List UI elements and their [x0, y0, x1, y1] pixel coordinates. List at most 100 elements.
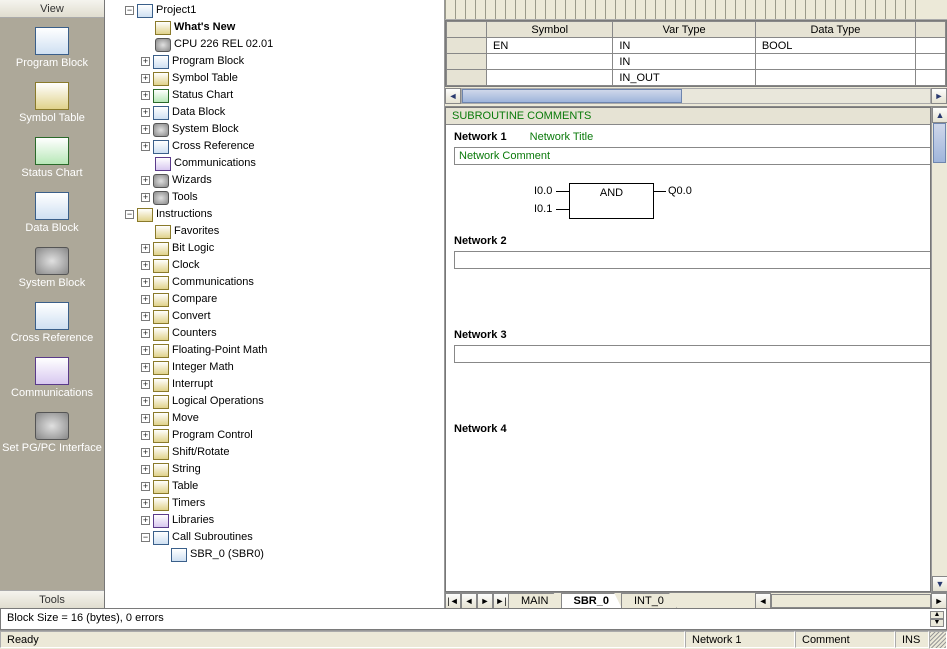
- scroll-track[interactable]: [461, 88, 931, 104]
- tree-cat[interactable]: +Logical Operations: [141, 393, 444, 410]
- toolbox-set-pgpc[interactable]: Set PG/PC Interface: [0, 403, 104, 458]
- variable-table[interactable]: Symbol Var Type Data Type EN IN BOOL: [445, 20, 947, 87]
- tab-int0[interactable]: INT_0: [621, 593, 677, 609]
- scroll-right-button[interactable]: ►: [931, 88, 947, 104]
- toolbox-cross-reference[interactable]: Cross Reference: [0, 293, 104, 348]
- tab-hscroll-right[interactable]: ►: [931, 593, 947, 609]
- vartab-row[interactable]: IN: [447, 54, 946, 70]
- tree-cat[interactable]: +Bit Logic: [141, 240, 444, 257]
- vartab-cell[interactable]: [755, 70, 915, 86]
- tab-sbr0[interactable]: SBR_0: [561, 593, 622, 609]
- tree-cat[interactable]: +Compare: [141, 291, 444, 308]
- tree-cat[interactable]: +Program Control: [141, 427, 444, 444]
- tab-nav-last[interactable]: ►|: [493, 593, 509, 609]
- tree-cat[interactable]: +Move: [141, 410, 444, 427]
- network-comment-field[interactable]: [454, 251, 930, 269]
- vartab-row[interactable]: EN IN BOOL: [447, 38, 946, 54]
- network-comment-field[interactable]: Network Comment: [454, 147, 930, 165]
- toolbox-view-header[interactable]: View: [0, 0, 104, 18]
- tree-cat[interactable]: +Counters: [141, 325, 444, 342]
- vartab-hscroll[interactable]: ◄ ►: [445, 88, 947, 104]
- vartab-cell[interactable]: [487, 70, 613, 86]
- vartab-cell[interactable]: [755, 54, 915, 70]
- tree-system-block[interactable]: + System Block: [141, 121, 444, 138]
- tree-cat[interactable]: +Integer Math: [141, 359, 444, 376]
- scroll-thumb[interactable]: [933, 123, 946, 163]
- tree-tools[interactable]: + Tools: [141, 189, 444, 206]
- tree-symbol-table[interactable]: + Symbol Table: [141, 70, 444, 87]
- tree-cat[interactable]: +Convert: [141, 308, 444, 325]
- tree-cross-reference[interactable]: + Cross Reference: [141, 138, 444, 155]
- spin-down-button[interactable]: ▼: [930, 619, 944, 627]
- expand-icon[interactable]: +: [141, 57, 150, 66]
- tab-nav-first[interactable]: |◄: [445, 593, 461, 609]
- network-3[interactable]: Network 3: [454, 329, 930, 413]
- vartab-corner[interactable]: [447, 22, 487, 38]
- collapse-icon[interactable]: −: [125, 210, 134, 219]
- tree-communications[interactable]: Communications: [141, 155, 444, 172]
- fbd-diagram[interactable]: I0.0 I0.1 AND Q0.0: [534, 183, 930, 223]
- tree-call-subroutines[interactable]: − Call Subroutines: [141, 529, 444, 546]
- network-comment-field[interactable]: [454, 345, 930, 363]
- tree-cat[interactable]: +Libraries: [141, 512, 444, 529]
- code-editor[interactable]: SUBROUTINE COMMENTS Network 1 Network Ti…: [445, 107, 931, 592]
- code-vscroll[interactable]: ▲ ▼: [931, 107, 947, 592]
- toolbox-status-chart[interactable]: Status Chart: [0, 128, 104, 183]
- spin-up-button[interactable]: ▲: [930, 611, 944, 619]
- tree-project[interactable]: − Project1: [125, 2, 444, 19]
- scroll-thumb[interactable]: [462, 89, 682, 103]
- tree-cat[interactable]: +Table: [141, 478, 444, 495]
- resize-grip[interactable]: [929, 631, 947, 649]
- tree-cat[interactable]: +Clock: [141, 257, 444, 274]
- vartab-cell[interactable]: IN: [613, 54, 755, 70]
- toolbox-tools-header[interactable]: Tools: [0, 590, 104, 608]
- tree-cat[interactable]: +Interrupt: [141, 376, 444, 393]
- vartab-col-extra[interactable]: [916, 22, 946, 38]
- vartab-cell[interactable]: EN: [487, 38, 613, 54]
- tab-nav-next[interactable]: ►: [477, 593, 493, 609]
- tree-whats-new[interactable]: What's New: [141, 19, 444, 36]
- tree-cat[interactable]: +Communications: [141, 274, 444, 291]
- tree-cat[interactable]: +Shift/Rotate: [141, 444, 444, 461]
- tab-hscroll-left[interactable]: ◄: [755, 593, 771, 609]
- toolbox-program-block[interactable]: Program Block: [0, 18, 104, 73]
- network-subtitle[interactable]: Network Title: [530, 131, 594, 143]
- vartab-cell[interactable]: IN_OUT: [613, 70, 755, 86]
- project-tree[interactable]: − Project1 What's New: [105, 0, 445, 608]
- tree-status-chart[interactable]: + Status Chart: [141, 87, 444, 104]
- vartab-col-datatype[interactable]: Data Type: [755, 22, 915, 38]
- fbd-function-box[interactable]: AND: [569, 183, 654, 219]
- toolbox-symbol-table[interactable]: Symbol Table: [0, 73, 104, 128]
- collapse-icon[interactable]: −: [141, 533, 150, 542]
- subroutine-comments-header[interactable]: SUBROUTINE COMMENTS: [446, 108, 930, 125]
- vartab-cell[interactable]: BOOL: [755, 38, 915, 54]
- vartab-col-symbol[interactable]: Symbol: [487, 22, 613, 38]
- vartab-cell[interactable]: IN: [613, 38, 755, 54]
- tab-main[interactable]: MAIN: [508, 593, 562, 609]
- toolbox-data-block[interactable]: Data Block: [0, 183, 104, 238]
- scroll-left-button[interactable]: ◄: [445, 88, 461, 104]
- tab-hscroll-track[interactable]: [771, 594, 931, 608]
- tree-cat[interactable]: +Floating-Point Math: [141, 342, 444, 359]
- vartab-cell[interactable]: [487, 54, 613, 70]
- output-spin[interactable]: ▲ ▼: [930, 611, 944, 627]
- tree-data-block[interactable]: + Data Block: [141, 104, 444, 121]
- tab-nav-prev[interactable]: ◄: [461, 593, 477, 609]
- tree-favorites[interactable]: Favorites: [141, 223, 444, 240]
- scroll-down-button[interactable]: ▼: [932, 576, 947, 592]
- tree-instructions[interactable]: − Instructions: [125, 206, 444, 223]
- network-2[interactable]: Network 2: [454, 235, 930, 319]
- tree-cpu[interactable]: CPU 226 REL 02.01: [141, 36, 444, 53]
- tree-cat[interactable]: +Timers: [141, 495, 444, 512]
- tree-sbr0[interactable]: SBR_0 (SBR0): [157, 546, 444, 563]
- collapse-icon[interactable]: −: [125, 6, 134, 15]
- network-4[interactable]: Network 4: [454, 423, 930, 435]
- toolbox-communications[interactable]: Communications: [0, 348, 104, 403]
- tree-wizards[interactable]: + Wizards: [141, 172, 444, 189]
- vartab-row[interactable]: IN_OUT: [447, 70, 946, 86]
- toolbox-system-block[interactable]: System Block: [0, 238, 104, 293]
- network-1[interactable]: Network 1 Network Title Network Comment …: [454, 131, 930, 223]
- scroll-up-button[interactable]: ▲: [932, 107, 947, 123]
- tree-program-block[interactable]: + Program Block: [141, 53, 444, 70]
- vartab-col-vartype[interactable]: Var Type: [613, 22, 755, 38]
